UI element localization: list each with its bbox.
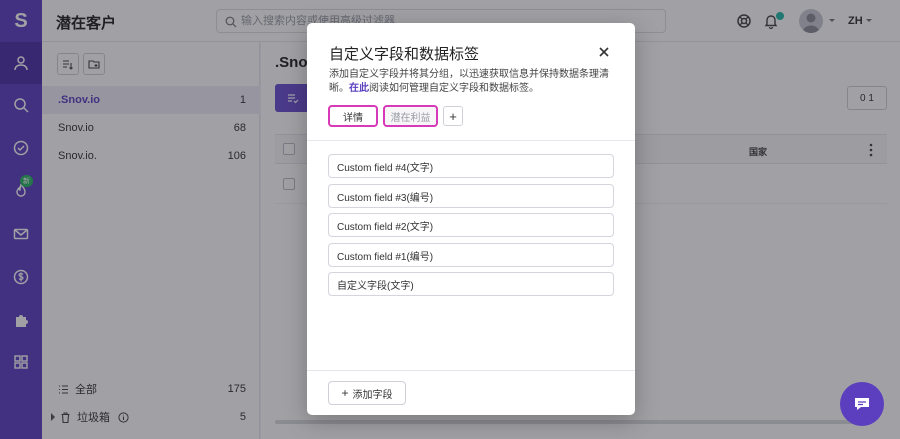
custom-field-item[interactable]: Custom field #1(编号): [328, 243, 614, 267]
modal-description: 添加自定义字段并将其分组，以迅速获取信息并保持数据条理清晰。在此阅读如何管理自定…: [329, 68, 619, 96]
modal-title: 自定义字段和数据标签: [329, 46, 480, 63]
tab-details[interactable]: 详情: [328, 105, 378, 127]
help-link[interactable]: 在此: [349, 83, 369, 94]
custom-fields-modal: 自定义字段和数据标签 添加自定义字段并将其分组，以迅速获取信息并保持数据条理清晰…: [307, 23, 635, 415]
plus-icon: +: [341, 386, 349, 400]
divider: [307, 370, 635, 371]
description-rest: 阅读如何管理自定义字段和数据标签。: [369, 83, 539, 94]
custom-field-item[interactable]: 自定义字段(文字): [328, 272, 614, 296]
divider: [307, 140, 635, 141]
tab-potential-benefits[interactable]: 潜在利益: [383, 105, 438, 127]
add-field-label: 添加字段: [352, 389, 393, 401]
chat-bubble-icon: [855, 398, 869, 410]
add-tab-button[interactable]: +: [443, 106, 463, 126]
custom-field-item[interactable]: Custom field #4(文字): [328, 154, 614, 178]
chat-widget-button[interactable]: [840, 382, 884, 426]
custom-field-item[interactable]: Custom field #2(文字): [328, 213, 614, 237]
custom-field-item[interactable]: Custom field #3(编号): [328, 184, 614, 208]
add-field-button[interactable]: + 添加字段: [328, 381, 406, 405]
close-icon[interactable]: [597, 45, 611, 59]
